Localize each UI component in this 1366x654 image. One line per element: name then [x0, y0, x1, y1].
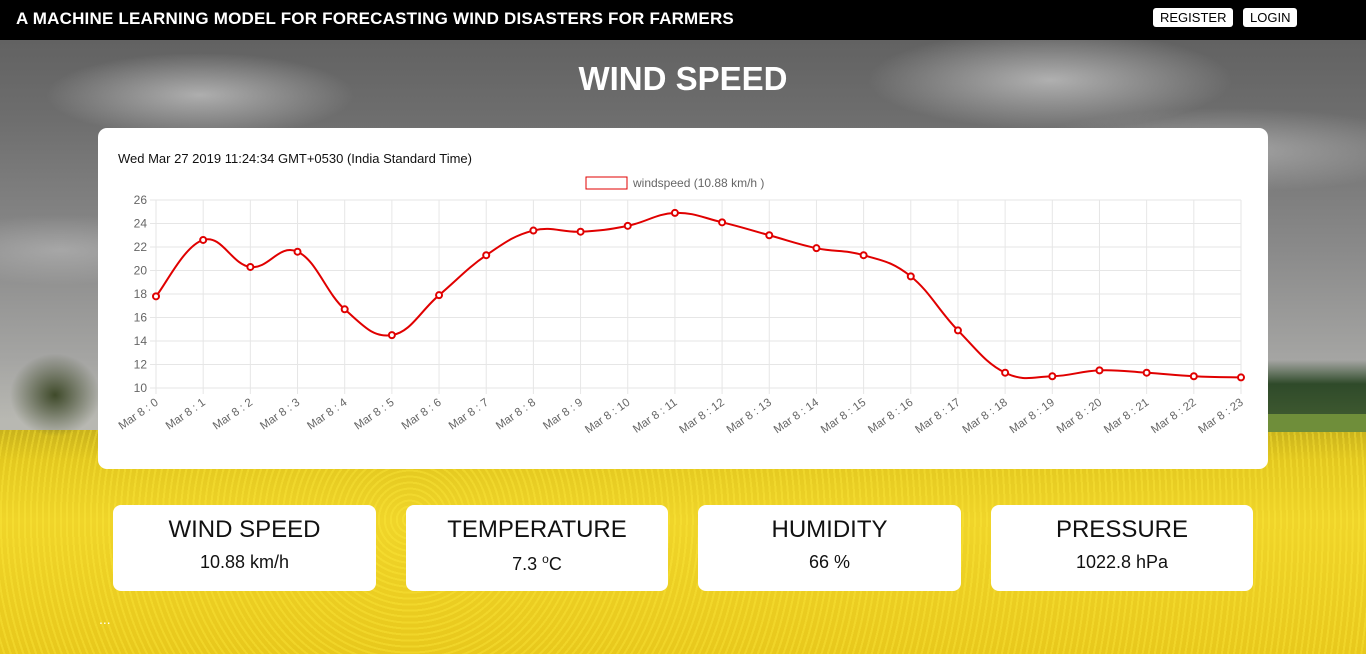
y-tick-label: 26: [134, 193, 148, 207]
x-tick-label: Mar 8 : 14: [772, 396, 822, 436]
data-point: [906, 272, 915, 281]
temperature-value-row: 7.3 oC: [406, 552, 668, 575]
x-tick-label: Mar 8 : 6: [400, 397, 444, 433]
data-point: [482, 251, 491, 260]
data-point: [435, 291, 444, 300]
x-tick-label: Mar 8 : 0: [117, 397, 161, 433]
data-point: [387, 331, 396, 340]
data-point: [1189, 372, 1198, 381]
data-point: [152, 292, 160, 301]
x-tick-label: Mar 8 : 4: [305, 396, 350, 432]
footer-ellipsis: ...: [99, 611, 111, 627]
y-tick-label: 20: [134, 264, 148, 278]
background-grass: [1268, 414, 1366, 432]
temperature-value: 7.3: [512, 554, 543, 574]
x-tick-label: Mar 8 : 2: [211, 397, 255, 433]
x-tick-label: Mar 8 : 20: [1055, 397, 1104, 437]
login-button[interactable]: LOGIN: [1243, 8, 1298, 27]
x-tick-label: Mar 8 : 23: [1196, 397, 1245, 437]
x-tick-label: Mar 8 : 16: [866, 397, 915, 437]
pressure-value: 1022.8 hPa: [1075, 552, 1169, 572]
data-point: [576, 227, 585, 236]
data-point: [859, 251, 868, 260]
data-point: [1001, 368, 1010, 377]
data-point: [718, 218, 727, 227]
y-tick-label: 18: [134, 287, 148, 301]
background-tree: [0, 340, 100, 440]
x-tick-label: Mar 8 : 1: [164, 397, 208, 433]
x-tick-label: Mar 8 : 21: [1102, 397, 1151, 437]
x-tick-label: Mar 8 : 7: [447, 397, 491, 433]
y-tick-label: 12: [134, 358, 148, 372]
data-point: [765, 231, 774, 240]
legend-label: windspeed (10.88 km/h ): [632, 176, 764, 190]
data-point: [199, 235, 208, 244]
x-tick-label: Mar 8 : 10: [583, 397, 632, 437]
pressure-title: PRESSURE: [1055, 516, 1189, 543]
chart-card: Wed Mar 27 2019 11:24:34 GMT+0530 (India…: [98, 128, 1268, 469]
x-tick-label: Mar 8 : 17: [913, 397, 962, 437]
register-button[interactable]: REGISTER: [1153, 8, 1234, 27]
x-tick-label: Mar 8 : 5: [353, 397, 397, 433]
y-tick-label: 16: [134, 311, 148, 325]
data-point: [340, 305, 349, 314]
data-point: [293, 247, 302, 256]
legend-swatch: [585, 176, 628, 190]
y-tick-label: 14: [134, 334, 148, 348]
x-tick-label: Mar 8 : 12: [678, 397, 727, 437]
data-point: [1095, 366, 1104, 375]
data-point: [623, 221, 632, 230]
background-treeline: [1268, 360, 1366, 420]
windspeed-series-line: [155, 211, 1242, 380]
y-tick-label: 22: [134, 240, 148, 254]
wind-speed-chart: 101214161820222426Mar 8 : 0 Mar 8 : 1 Mar …: [117, 176, 1246, 437]
wind-speed-card: WIND SPEED 10.88 km/h: [113, 505, 376, 591]
x-tick-label: Mar 8 : 19: [1008, 397, 1057, 437]
data-point: [1237, 373, 1245, 382]
wind-speed-value: 10.88 km/h: [199, 552, 290, 572]
x-tick-label: Mar 8 : 22: [1149, 397, 1198, 437]
temperature-unit: C: [548, 554, 562, 574]
temperature-degree: o: [542, 552, 549, 566]
temperature-title: TEMPERATURE: [447, 516, 627, 543]
top-navbar: A MACHINE LEARNING MODEL FOR FORECASTING…: [0, 0, 1366, 40]
data-point: [812, 244, 821, 253]
x-tick-label: Mar 8 : 8: [494, 397, 538, 433]
pressure-card: PRESSURE 1022.8 hPa: [991, 505, 1253, 591]
site-title: A MACHINE LEARNING MODEL FOR FORECASTING…: [16, 9, 734, 28]
humidity-title: HUMIDITY: [771, 516, 888, 543]
x-tick-label: Mar 8 : 15: [819, 397, 868, 437]
y-tick-label: 24: [134, 217, 148, 231]
x-tick-label: Mar 8 : 3: [258, 397, 302, 433]
humidity-value: 66 %: [808, 552, 851, 572]
data-point: [529, 226, 538, 235]
data-point: [1048, 372, 1057, 381]
data-point: [246, 262, 255, 271]
page-title: WIND SPEED: [578, 60, 788, 97]
x-tick-label: Mar 8 : 11: [631, 397, 680, 436]
data-point: [1142, 368, 1151, 377]
wind-speed-title: WIND SPEED: [168, 516, 321, 543]
data-point: [953, 326, 962, 335]
data-point: [670, 208, 679, 217]
temperature-card: TEMPERATURE 7.3 oC: [406, 505, 668, 591]
humidity-card: HUMIDITY 66 %: [698, 505, 961, 591]
x-tick-label: Mar 8 : 18: [961, 397, 1010, 437]
y-tick-label: 10: [134, 381, 148, 395]
x-tick-label: Mar 8 : 9: [541, 397, 585, 433]
x-tick-label: Mar 8 : 13: [725, 397, 774, 437]
